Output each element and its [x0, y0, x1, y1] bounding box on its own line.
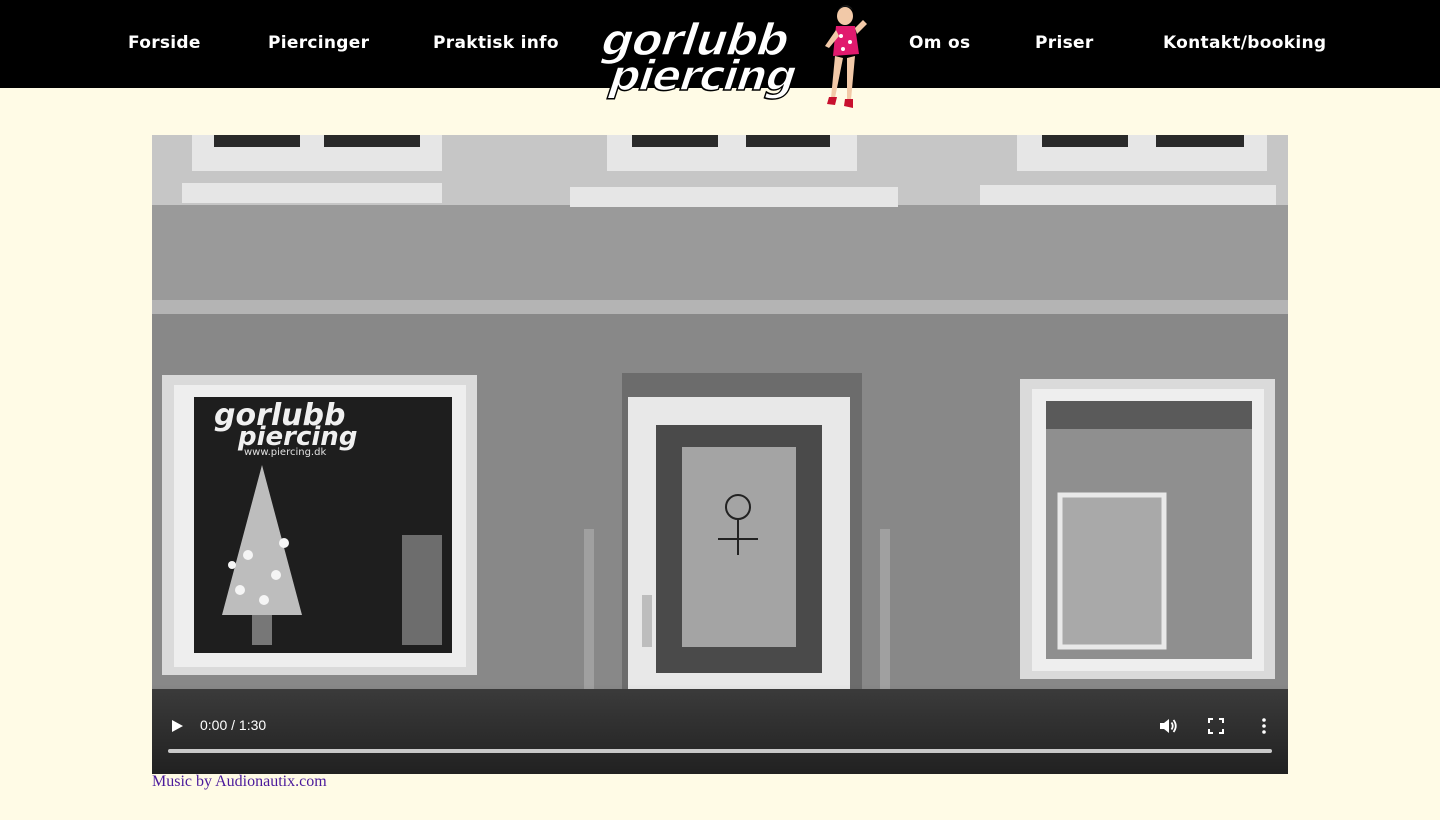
video-controls-overlay: [152, 684, 1288, 774]
nav-item-om-os[interactable]: Om os: [909, 33, 970, 53]
more-vertical-icon: [1262, 718, 1266, 734]
logo-graphic: gorlubb piercing: [594, 5, 867, 108]
site-logo[interactable]: gorlubb piercing: [585, 2, 870, 120]
nav-item-praktisk-info[interactable]: Praktisk info: [433, 33, 559, 53]
logo-text-line2: piercing: [603, 52, 804, 101]
video-progress-bar[interactable]: [168, 749, 1272, 753]
video-frame-storefront: gorlubb piercing www.piercing.dk: [152, 135, 1288, 774]
volume-button[interactable]: [1157, 715, 1179, 737]
nav-item-piercinger[interactable]: Piercinger: [268, 33, 369, 53]
music-credit-text: Music by Audionautix.com: [152, 773, 327, 790]
pinup-figure-icon: [825, 5, 867, 108]
storefront-sign-url: www.piercing.dk: [244, 447, 326, 458]
play-button[interactable]: [166, 715, 188, 737]
volume-icon: [1160, 719, 1177, 733]
video-time-display: 0:00 / 1:30: [200, 717, 267, 733]
nav-item-priser[interactable]: Priser: [1035, 33, 1094, 53]
video-player[interactable]: gorlubb piercing www.piercing.dk 0:00 / …: [152, 135, 1288, 774]
fullscreen-icon: [1208, 718, 1224, 734]
nav-item-kontakt-booking[interactable]: Kontakt/booking: [1163, 33, 1326, 53]
more-options-button[interactable]: [1253, 715, 1275, 737]
fullscreen-button[interactable]: [1205, 715, 1227, 737]
play-icon: [172, 720, 183, 732]
nav-item-forside[interactable]: Forside: [128, 33, 201, 53]
